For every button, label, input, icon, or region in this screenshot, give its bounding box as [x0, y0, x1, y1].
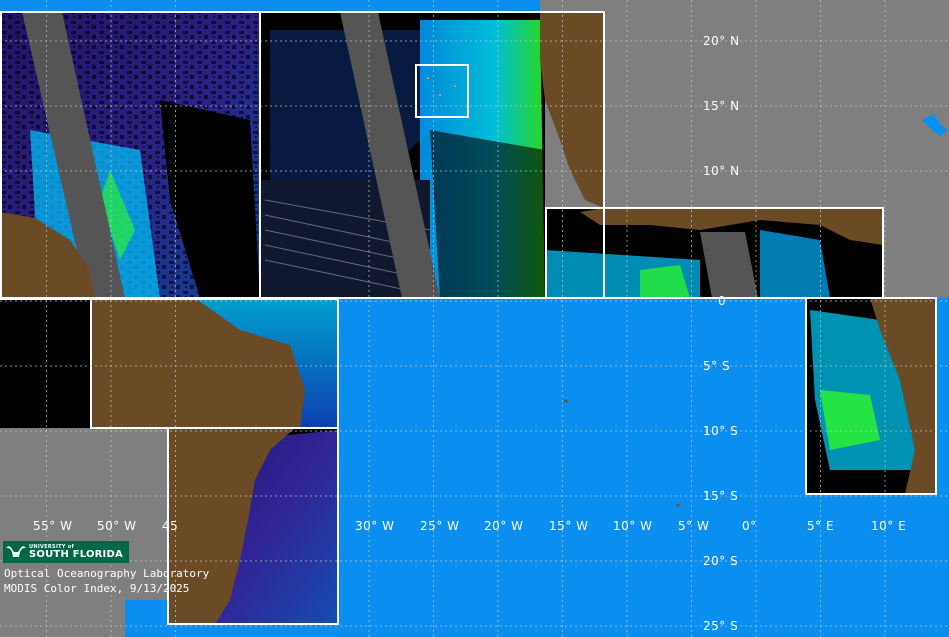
lon-label-45: 45 [162, 519, 179, 533]
ocean-region-south-extra [338, 470, 949, 637]
lon-label-10e: 10° E [871, 519, 907, 533]
satellite-map: 20° N 15° N 10° N 0 5° S 10° S 15° S 20°… [0, 0, 949, 637]
image-caption: MODIS Color Index, 9/13/2025 [4, 582, 190, 595]
lat-label-10s: 10° S [703, 424, 739, 438]
lon-label-30w: 30° W [355, 519, 395, 533]
lon-label-0: 0° [742, 519, 757, 533]
lon-label-5e: 5° E [807, 519, 835, 533]
cloud-patch-east [430, 130, 545, 298]
island-st-helena [676, 503, 680, 507]
lat-label-5s: 5° S [703, 359, 731, 373]
lon-label-25w: 25° W [420, 519, 460, 533]
lat-label-15s: 15° S [703, 489, 739, 503]
usf-logo: UNIVERSITY of SOUTH FLORIDA [3, 541, 129, 563]
lat-label-20s: 20° S [703, 554, 739, 568]
lab-name: Optical Oceanography Laboratory [4, 567, 210, 580]
lat-label-10n: 10° N [703, 164, 740, 178]
island-ascension [564, 399, 568, 403]
island-cape-verde-2 [438, 93, 442, 97]
lon-label-10w: 10° W [613, 519, 653, 533]
ocean-strip-top [0, 0, 540, 12]
lon-label-15w: 15° W [549, 519, 589, 533]
island-cape-verde-1 [426, 76, 430, 80]
lon-label-55w: 55° W [33, 519, 73, 533]
lat-label-25s: 25° S [703, 619, 739, 633]
lat-label-equator: 0 [718, 294, 727, 308]
lon-label-20w: 20° W [484, 519, 524, 533]
lat-label-20n: 20° N [703, 34, 740, 48]
lon-label-50w: 50° W [97, 519, 137, 533]
bull-horns-icon [3, 541, 29, 563]
blue-patch-guinea [760, 230, 830, 298]
lon-label-5w: 5° W [678, 519, 710, 533]
logo-wordmark: UNIVERSITY of SOUTH FLORIDA [29, 544, 123, 560]
map-canvas [0, 0, 949, 637]
logo-south-florida-text: SOUTH FLORIDA [29, 548, 123, 560]
lat-label-15n: 15° N [703, 99, 740, 113]
island-cape-verde-3 [453, 84, 457, 88]
